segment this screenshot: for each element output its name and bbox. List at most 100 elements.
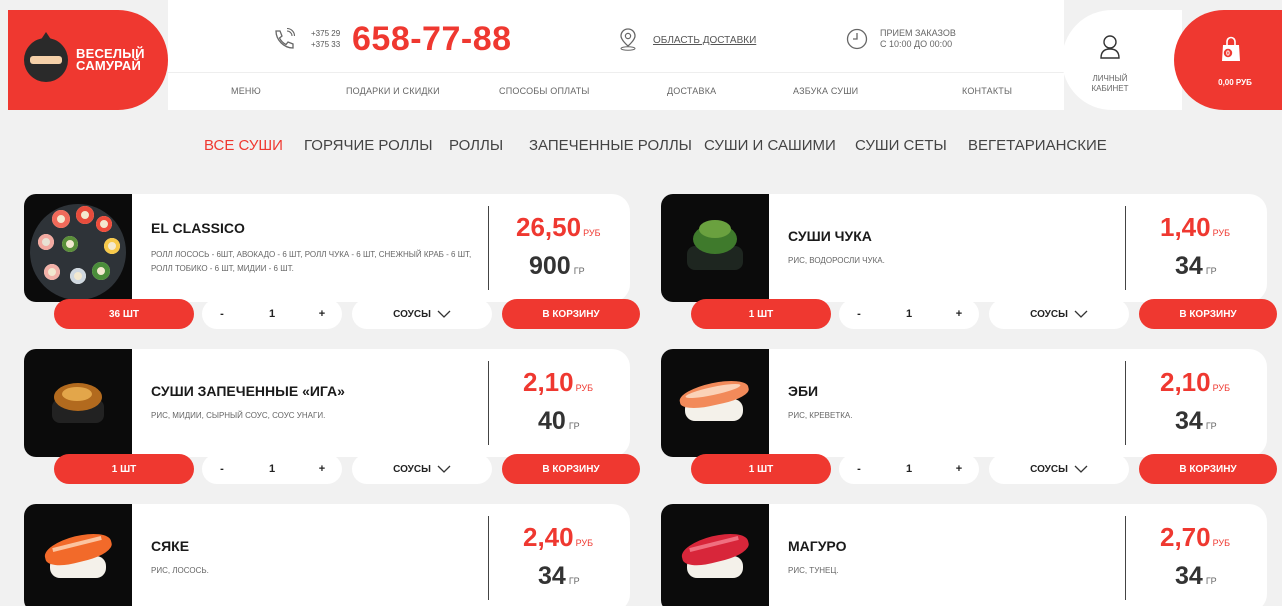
product-weight: 34 ГР [538, 562, 580, 591]
logo[interactable]: ВЕСЕЛЫЙ САМУРАЙ [8, 10, 168, 110]
pieces-badge: 1 ШТ [54, 454, 194, 484]
product-title[interactable]: СУШИ ЧУКА [788, 228, 872, 244]
user-icon [1100, 35, 1120, 59]
account-label: ЛИЧНЫЙ КАБИНЕТ [1086, 74, 1134, 94]
weight-value: 34 [1175, 562, 1203, 590]
product-card: СУШИ ЗАПЕЧЕННЫЕ «ИГА» РИС, МИДИИ, СЫРНЫЙ… [24, 349, 630, 457]
phone-code-1: +375 29 [311, 29, 341, 38]
price-value: 1,40 [1160, 212, 1211, 242]
product-title[interactable]: EL CLASSICO [151, 220, 245, 236]
sauces-dropdown[interactable]: СОУСЫ [352, 454, 492, 484]
shopping-bag-icon: 0 [1222, 36, 1240, 61]
phone-icon [275, 28, 296, 49]
clock-icon [846, 28, 868, 50]
price-divider [1125, 361, 1126, 445]
product-price: 2,10 РУБ [1160, 367, 1230, 398]
weight-unit: ГР [1205, 421, 1217, 431]
weight-value: 34 [1175, 252, 1203, 280]
qty-plus-button[interactable]: + [939, 299, 979, 329]
price-divider [488, 516, 489, 600]
cart-total: 0,00 РУБ [1218, 78, 1252, 87]
price-currency: РУБ [575, 538, 594, 548]
category-sushi-sets[interactable]: СУШИ СЕТЫ [855, 137, 947, 154]
nav-item-gifts[interactable]: ПОДАРКИ И СКИДКИ [346, 86, 440, 96]
category-baked-rolls[interactable]: ЗАПЕЧЕННЫЕ РОЛЛЫ [529, 137, 692, 154]
nav-item-contacts[interactable]: КОНТАКТЫ [962, 86, 1012, 96]
product-image[interactable] [661, 349, 769, 457]
weight-value: 34 [1175, 407, 1203, 435]
qty-value[interactable]: 1 [242, 299, 302, 329]
price-currency: РУБ [575, 383, 594, 393]
sauces-dropdown[interactable]: СОУСЫ [989, 299, 1129, 329]
main-nav [168, 72, 1064, 110]
account-button[interactable] [1062, 10, 1182, 110]
chevron-down-icon [1074, 465, 1088, 473]
product-weight: 34 ГР [1175, 562, 1217, 591]
phone-codes: +375 29 +375 33 [311, 28, 340, 50]
phone-number[interactable]: 658-77-88 [352, 20, 512, 59]
product-card: ЭБИ РИС, КРЕВЕТКА. 2,10 РУБ 34 ГР [661, 349, 1267, 457]
pieces-badge: 36 ШТ [54, 299, 194, 329]
weight-unit: ГР [568, 576, 580, 586]
quantity-stepper: - 1 + [839, 454, 979, 484]
product-price: 1,40 РУБ [1160, 212, 1230, 243]
product-title[interactable]: ЭБИ [788, 383, 818, 399]
product-description: РИС, ТУНЕЦ. [788, 566, 839, 575]
nav-item-sushi-abc[interactable]: АЗБУКА СУШИ [793, 86, 858, 96]
product-price: 2,40 РУБ [523, 522, 593, 553]
qty-plus-button[interactable]: + [302, 299, 342, 329]
nav-item-menu[interactable]: МЕНЮ [231, 86, 261, 96]
location-pin-icon [620, 28, 636, 51]
price-divider [488, 361, 489, 445]
samurai-mascot-icon [24, 38, 68, 82]
add-to-cart-button[interactable]: В КОРЗИНУ [1139, 454, 1277, 484]
quantity-stepper: - 1 + [839, 299, 979, 329]
delivery-area-link[interactable]: ОБЛАСТЬ ДОСТАВКИ [653, 35, 756, 46]
product-description: РИС, КРЕВЕТКА. [788, 411, 853, 420]
account-label-line-2: КАБИНЕТ [1091, 84, 1129, 93]
product-weight: 900 ГР [529, 252, 585, 281]
category-all-sushi[interactable]: ВСЕ СУШИ [204, 137, 283, 154]
price-currency: РУБ [1212, 383, 1231, 393]
qty-value[interactable]: 1 [879, 299, 939, 329]
add-to-cart-button[interactable]: В КОРЗИНУ [502, 299, 640, 329]
product-image[interactable] [24, 349, 132, 457]
pieces-badge: 1 ШТ [691, 299, 831, 329]
qty-minus-button[interactable]: - [202, 454, 242, 484]
sauces-label: СОУСЫ [1030, 308, 1068, 320]
product-weight: 34 ГР [1175, 407, 1217, 436]
order-hours: ПРИЕМ ЗАКАЗОВ С 10:00 ДО 00:00 [880, 28, 956, 50]
category-hot-rolls[interactable]: ГОРЯЧИЕ РОЛЛЫ [304, 137, 433, 154]
chevron-down-icon [437, 310, 451, 318]
product-price: 2,10 РУБ [523, 367, 593, 398]
price-value: 2,40 [523, 522, 574, 552]
product-image[interactable] [24, 194, 132, 302]
product-image[interactable] [661, 194, 769, 302]
qty-minus-button[interactable]: - [839, 299, 879, 329]
nav-item-delivery[interactable]: ДОСТАВКА [667, 86, 716, 96]
nav-item-payment[interactable]: СПОСОБЫ ОПЛАТЫ [499, 86, 590, 96]
product-description: РОЛЛ ЛОСОСЬ - 6ШТ, АВОКАДО - 6 ШТ, РОЛЛ … [151, 250, 472, 273]
cart-count: 0 [1226, 51, 1230, 58]
qty-minus-button[interactable]: - [839, 454, 879, 484]
qty-value[interactable]: 1 [242, 454, 302, 484]
category-rolls[interactable]: РОЛЛЫ [449, 137, 503, 154]
qty-plus-button[interactable]: + [939, 454, 979, 484]
price-value: 2,70 [1160, 522, 1211, 552]
qty-value[interactable]: 1 [879, 454, 939, 484]
sauces-label: СОУСЫ [1030, 463, 1068, 475]
product-image[interactable] [24, 504, 132, 606]
category-vegetarian[interactable]: ВЕГЕТАРИАНСКИЕ [968, 137, 1107, 154]
category-sushi-sashimi[interactable]: СУШИ И САШИМИ [704, 137, 836, 154]
qty-plus-button[interactable]: + [302, 454, 342, 484]
product-image[interactable] [661, 504, 769, 606]
add-to-cart-button[interactable]: В КОРЗИНУ [502, 454, 640, 484]
product-title[interactable]: МАГУРО [788, 538, 846, 554]
product-title[interactable]: СЯКЕ [151, 538, 189, 554]
add-to-cart-button[interactable]: В КОРЗИНУ [1139, 299, 1277, 329]
qty-minus-button[interactable]: - [202, 299, 242, 329]
price-divider [1125, 206, 1126, 290]
sauces-dropdown[interactable]: СОУСЫ [352, 299, 492, 329]
product-title[interactable]: СУШИ ЗАПЕЧЕННЫЕ «ИГА» [151, 383, 345, 399]
sauces-dropdown[interactable]: СОУСЫ [989, 454, 1129, 484]
